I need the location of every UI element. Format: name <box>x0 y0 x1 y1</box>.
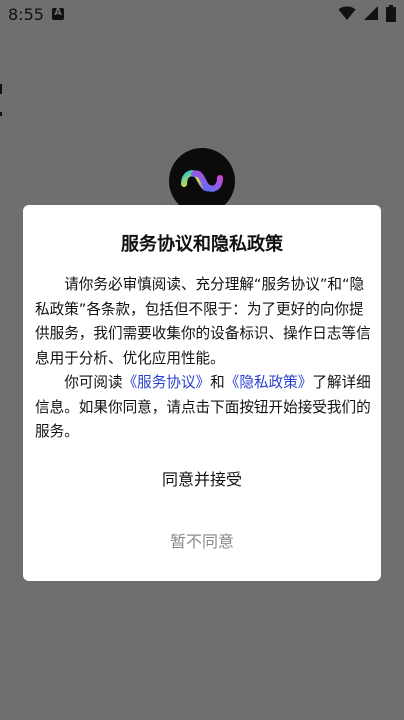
dialog-paragraph-2: 你可阅读《服务协议》和《隐私政策》了解详细信息。如果你同意，请点击下面按钮开始接… <box>35 371 371 445</box>
paragraph2-prefix: 你可阅读 <box>64 374 123 391</box>
edge-mark <box>0 84 2 94</box>
battery-icon <box>386 4 396 26</box>
status-icons <box>338 4 396 26</box>
edge-mark <box>0 112 2 116</box>
status-time: 8:55 <box>8 5 44 24</box>
dialog-body: 请你务必审慎阅读、充分理解“服务协议”和“隐私政策”各条款，包括但不限于：为了更… <box>35 273 371 445</box>
dialog-paragraph-1: 请你务必审慎阅读、充分理解“服务协议”和“隐私政策”各条款，包括但不限于：为了更… <box>35 276 371 367</box>
paragraph2-and: 和 <box>210 374 225 391</box>
service-agreement-link[interactable]: 《服务协议》 <box>123 374 211 391</box>
privacy-policy-link[interactable]: 《隐私政策》 <box>225 374 313 391</box>
dialog-title: 服务协议和隐私政策 <box>121 234 283 255</box>
privacy-dialog: 服务协议和隐私政策 请你务必审慎阅读、充分理解“服务协议”和“隐私政策”各条款，… <box>23 205 381 581</box>
decline-button[interactable]: 暂不同意 <box>23 527 381 557</box>
a-notification-icon <box>52 7 64 20</box>
signal-icon <box>364 5 378 25</box>
accept-button[interactable]: 同意并接受 <box>23 465 381 495</box>
status-bar: 8:55 <box>0 0 404 30</box>
wifi-icon <box>338 5 356 25</box>
